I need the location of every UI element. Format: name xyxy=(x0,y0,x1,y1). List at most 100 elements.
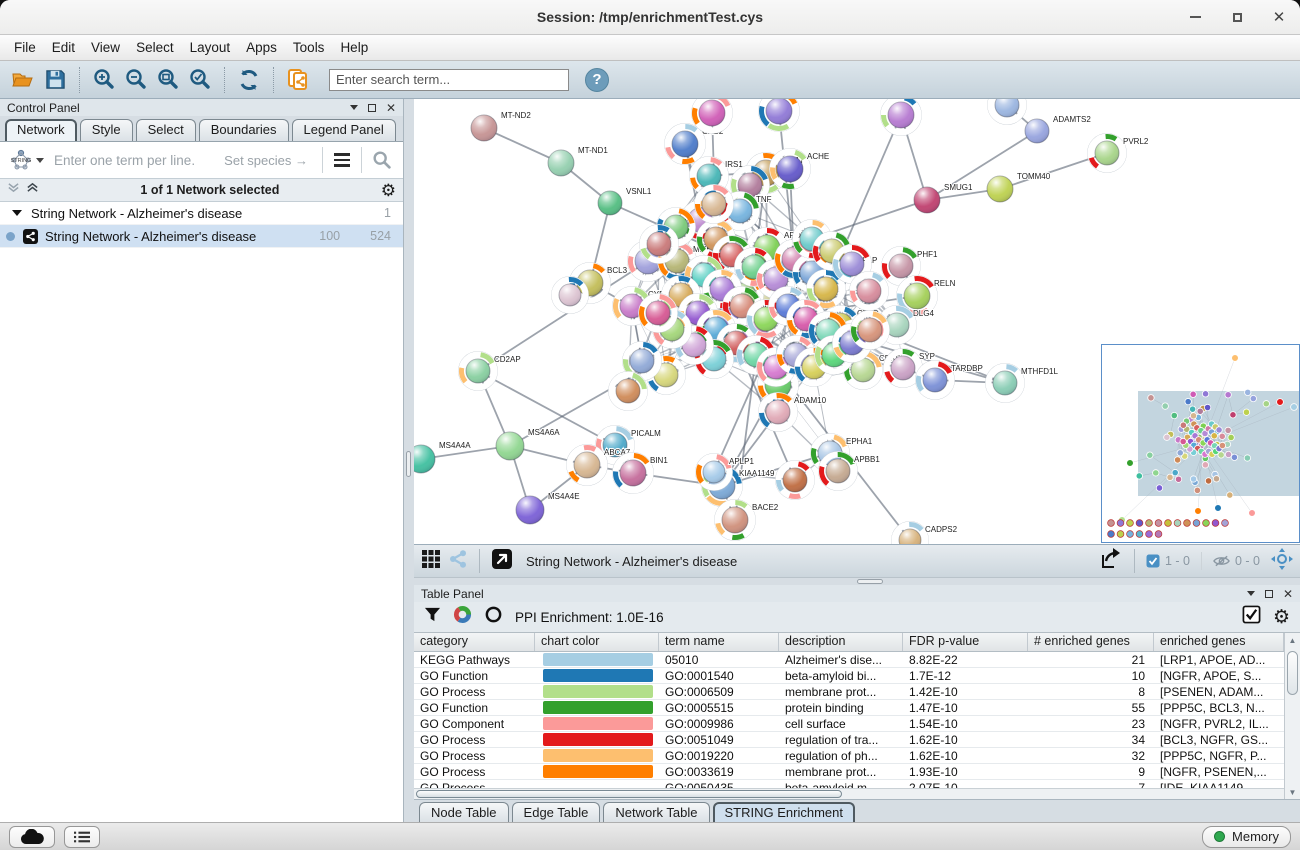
maximize-button[interactable] xyxy=(1230,10,1244,24)
save-icon[interactable] xyxy=(40,65,70,95)
network-node[interactable]: MS4A4A xyxy=(414,441,471,473)
collapse-arrow-icon[interactable] xyxy=(12,210,22,216)
tab-network-table[interactable]: Network Table xyxy=(603,802,709,822)
string-logo-icon[interactable]: STRING xyxy=(5,148,48,172)
network-node[interactable] xyxy=(552,277,589,314)
network-node[interactable] xyxy=(759,99,800,132)
enrichment-settings-gear-icon[interactable]: ⚙ xyxy=(1273,608,1290,627)
share-view-icon[interactable] xyxy=(448,549,468,574)
network-node[interactable]: CD2AP xyxy=(459,352,521,391)
tab-string-enrichment[interactable]: STRING Enrichment xyxy=(713,802,855,822)
grid-mode-icon[interactable] xyxy=(421,549,441,574)
vertical-scrollbar-thumb[interactable] xyxy=(1287,651,1298,695)
help-icon[interactable]: ? xyxy=(585,68,609,92)
float-panel-icon[interactable] xyxy=(368,104,376,112)
menu-tools[interactable]: Tools xyxy=(285,38,333,57)
network-node[interactable] xyxy=(851,311,890,350)
birdseye-toggle-icon[interactable] xyxy=(1271,548,1293,575)
memory-button[interactable]: Memory xyxy=(1202,826,1291,848)
tab-style[interactable]: Style xyxy=(80,119,133,141)
column-header[interactable]: term name xyxy=(659,633,779,651)
select-terms-checkbox-icon[interactable] xyxy=(1242,605,1261,629)
network-node[interactable]: APBB1 xyxy=(819,452,881,491)
cloud-icon[interactable] xyxy=(9,826,55,848)
network-node[interactable]: ACHE xyxy=(770,149,830,190)
network-node[interactable]: TOMM40 xyxy=(987,172,1051,202)
network-node[interactable]: BIN1 xyxy=(613,453,669,494)
network-node[interactable]: TARDBP xyxy=(916,361,983,400)
table-row[interactable]: GO ProcessGO:0051049regulation of tra...… xyxy=(414,732,1284,748)
scroll-up-icon[interactable]: ▲ xyxy=(1286,633,1300,647)
network-node[interactable]: VSNL1 xyxy=(598,187,652,215)
network-node[interactable] xyxy=(776,461,815,500)
column-header[interactable]: # enriched genes xyxy=(1028,633,1154,651)
network-node[interactable]: ADAMTS2 xyxy=(1025,115,1091,143)
network-node[interactable] xyxy=(640,225,679,264)
table-row[interactable]: KEGG Pathways05010Alzheimer's dise...8.8… xyxy=(414,652,1284,668)
expand-all-icon[interactable] xyxy=(26,181,39,199)
tab-boundaries[interactable]: Boundaries xyxy=(199,119,289,141)
network-node[interactable] xyxy=(695,185,734,224)
birds-eye-view[interactable] xyxy=(1101,344,1300,543)
tab-node-table[interactable]: Node Table xyxy=(419,802,509,822)
horizontal-scrollbar-thumb[interactable] xyxy=(416,790,842,798)
pie-chart-icon[interactable] xyxy=(453,605,472,629)
network-node[interactable]: BACE2 xyxy=(715,500,779,541)
table-splitter[interactable] xyxy=(414,577,1300,585)
table-panel-close-icon[interactable]: ✕ xyxy=(1283,587,1293,601)
tab-legend-panel[interactable]: Legend Panel xyxy=(292,119,396,141)
column-header[interactable]: enriched genes xyxy=(1154,633,1284,651)
network-node[interactable] xyxy=(850,272,889,311)
refresh-icon[interactable] xyxy=(234,65,264,95)
string-search-icon[interactable] xyxy=(366,145,398,175)
scroll-down-icon[interactable]: ▼ xyxy=(1286,785,1300,799)
ring-chart-icon[interactable] xyxy=(484,605,503,629)
network-node[interactable]: MTHFD1L xyxy=(986,364,1059,403)
column-header[interactable]: description xyxy=(779,633,903,651)
column-header[interactable]: category xyxy=(414,633,535,651)
set-species-link[interactable]: Set species → xyxy=(224,153,308,168)
panel-splitter[interactable] xyxy=(404,99,414,822)
network-node[interactable] xyxy=(639,294,678,333)
menu-edit[interactable]: Edit xyxy=(44,38,83,57)
table-panel-float-icon[interactable] xyxy=(1265,590,1273,598)
table-row[interactable]: GO FunctionGO:0001540beta-amyloid bi...1… xyxy=(414,668,1284,684)
network-node[interactable]: PVRL2 xyxy=(1088,134,1149,173)
zoom-out-icon[interactable] xyxy=(121,65,151,95)
horizontal-scrollbar[interactable] xyxy=(414,788,1284,799)
menu-help[interactable]: Help xyxy=(332,38,376,57)
network-node[interactable]: MS4A4E xyxy=(516,492,580,524)
zoom-fit-icon[interactable] xyxy=(153,65,183,95)
panel-menu-icon[interactable] xyxy=(350,105,358,110)
zoom-in-icon[interactable] xyxy=(89,65,119,95)
detach-view-icon[interactable] xyxy=(491,548,513,575)
network-node[interactable] xyxy=(988,99,1027,125)
tab-edge-table[interactable]: Edge Table xyxy=(512,802,601,822)
network-row[interactable]: String Network - Alzheimer's disease 100… xyxy=(0,225,403,248)
table-row[interactable]: GO ProcessGO:0033619membrane prot...1.93… xyxy=(414,764,1284,780)
network-node[interactable] xyxy=(881,99,922,136)
task-list-icon[interactable] xyxy=(64,826,100,848)
network-canvas[interactable]: MT-ND2MT-ND1VSNL1GAB2ADAMTS2PVRL2TOMM40S… xyxy=(414,99,1300,544)
table-row[interactable]: GO ProcessGO:0006509membrane prot...1.42… xyxy=(414,684,1284,700)
search-input[interactable] xyxy=(329,69,569,91)
table-splitter-handle[interactable] xyxy=(857,579,883,584)
minimize-button[interactable] xyxy=(1188,10,1202,24)
menu-select[interactable]: Select xyxy=(128,38,182,57)
column-header[interactable]: chart color xyxy=(535,633,659,651)
copy-network-icon[interactable] xyxy=(283,65,313,95)
close-button[interactable]: ✕ xyxy=(1272,10,1286,24)
menu-apps[interactable]: Apps xyxy=(238,38,285,57)
tab-select[interactable]: Select xyxy=(136,119,196,141)
string-options-icon[interactable] xyxy=(327,153,357,167)
menu-file[interactable]: File xyxy=(6,38,44,57)
string-query-input[interactable] xyxy=(48,153,224,168)
table-row[interactable]: GO ComponentGO:0009986cell surface1.54E-… xyxy=(414,716,1284,732)
close-panel-icon[interactable]: ✕ xyxy=(386,101,396,115)
export-network-icon[interactable] xyxy=(1099,547,1123,576)
filter-icon[interactable] xyxy=(424,606,441,628)
menu-view[interactable]: View xyxy=(83,38,128,57)
network-collection-row[interactable]: String Network - Alzheimer's disease 1 xyxy=(0,202,403,225)
column-header[interactable]: FDR p-value xyxy=(903,633,1028,651)
menu-layout[interactable]: Layout xyxy=(182,38,239,57)
